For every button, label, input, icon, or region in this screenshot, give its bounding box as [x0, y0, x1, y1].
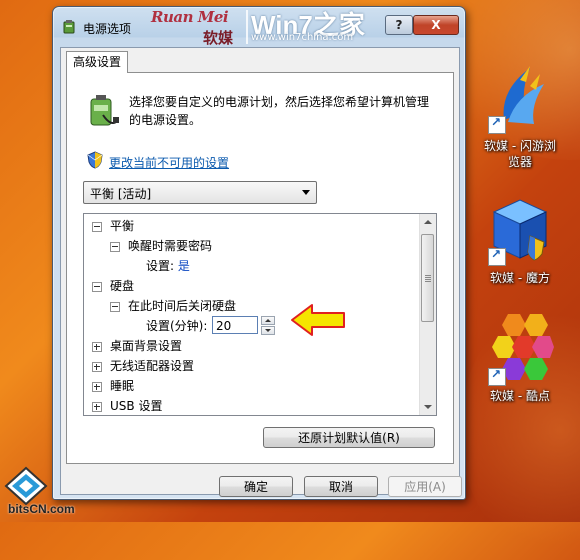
watermark-cn: 软媒	[203, 29, 234, 47]
description-text: 选择您要自定义的电源计划，然后选择您希望计算机管理的电源设置。	[129, 95, 430, 127]
collapse-icon[interactable]	[92, 221, 102, 232]
power-options-window: 电源选项 Ruan Mei 软媒 Win7之家 www.win7china.co…	[52, 6, 466, 500]
title-bar[interactable]: 电源选项 Ruan Mei 软媒 Win7之家 www.win7china.co…	[53, 7, 465, 47]
tree-item-label: USB 设置	[110, 399, 163, 413]
close-button[interactable]: X	[413, 15, 459, 35]
tree-item-balanced[interactable]: 平衡	[92, 216, 134, 236]
stepper-up-icon[interactable]	[261, 316, 275, 325]
tree-item-label: 唤醒时需要密码	[128, 239, 213, 253]
dialog-client-area: 高级设置 选择您要自定义的电源计划，然后选择您希望计算机管理的电源设置。 更改当…	[60, 47, 462, 497]
tree-item-label: 平衡	[110, 219, 135, 233]
uac-shield-icon	[87, 151, 103, 169]
restore-defaults-button[interactable]: 还原计划默认值(R)	[263, 427, 435, 448]
shortcut-arrow-icon	[488, 367, 506, 386]
setting-label: 设置(分钟):	[146, 319, 208, 333]
desktop-icon-label: 软媒 - 魔方	[490, 271, 550, 285]
power-plan-select[interactable]: 平衡 [活动]	[83, 181, 317, 204]
tree-item-wireless-adapter[interactable]: 无线适配器设置	[92, 356, 194, 376]
tree-item-label: 硬盘	[110, 279, 135, 293]
settings-tree[interactable]: 平衡 唤醒时需要密码 设置: 是 硬盘 在此时间后关闭硬盘 设置(分钟): 20…	[83, 213, 437, 416]
watermark-url: www.win7china.com	[251, 32, 354, 43]
power-plan-select-value: 平衡 [活动]	[90, 187, 152, 201]
tree-item-usb[interactable]: USB 设置	[92, 396, 163, 415]
expand-icon[interactable]	[92, 401, 102, 412]
watermark-brand: Ruan Mei	[151, 8, 229, 26]
tree-item-hard-disk[interactable]: 硬盘	[92, 276, 134, 296]
shortcut-arrow-icon	[488, 247, 506, 266]
grip-icon	[425, 275, 431, 276]
site-logo-text: bitsCN.com	[8, 502, 75, 516]
setting-label: 设置:	[146, 259, 175, 273]
help-button[interactable]: ?	[385, 15, 413, 35]
desktop-icon-kudian[interactable]: 软媒 - 酷点	[480, 312, 560, 408]
desktop-icon-cube[interactable]: 软媒 - 魔方	[480, 196, 560, 292]
bitscn-logo-icon	[4, 466, 48, 506]
tree-item-label: 桌面背景设置	[110, 339, 183, 353]
tree-item-wake-password-setting[interactable]: 设置: 是	[146, 256, 190, 276]
arrow-left-icon	[291, 304, 345, 336]
tree-scrollbar[interactable]	[419, 214, 436, 415]
shortcut-arrow-icon	[488, 115, 506, 134]
desktop-icon-label: 软媒 - 酷点	[490, 389, 550, 403]
tree-item-label: 在此时间后关闭硬盘	[128, 299, 237, 313]
stepper-down-icon[interactable]	[261, 326, 275, 335]
tree-item-sleep[interactable]: 睡眠	[92, 376, 134, 396]
tree-item-label: 无线适配器设置	[110, 359, 195, 373]
window-title: 电源选项	[83, 22, 132, 36]
setting-value[interactable]: 是	[178, 259, 190, 273]
expand-icon[interactable]	[92, 361, 102, 372]
tree-item-turn-off-disk[interactable]: 在此时间后关闭硬盘	[110, 296, 236, 316]
expand-icon[interactable]	[92, 381, 102, 392]
expand-icon[interactable]	[92, 341, 102, 352]
power-options-icon	[63, 20, 75, 34]
tab-advanced-settings[interactable]: 高级设置	[66, 51, 129, 73]
watermark-divider	[246, 10, 248, 44]
tree-item-disk-minutes-setting: 设置(分钟):	[146, 316, 207, 336]
collapse-icon[interactable]	[110, 241, 120, 252]
collapse-icon[interactable]	[92, 281, 102, 292]
scrollbar-thumb[interactable]	[421, 234, 434, 322]
battery-plug-icon	[90, 95, 119, 126]
desktop-icon-label: 览器	[507, 155, 532, 169]
advanced-settings-panel: 选择您要自定义的电源计划，然后选择您希望计算机管理的电源设置。 更改当前不可用的…	[66, 72, 454, 464]
apply-button[interactable]: 应用(A)	[388, 476, 462, 497]
desktop-icon-label: 软媒 - 闪游浏	[484, 139, 556, 153]
tree-item-desktop-background[interactable]: 桌面背景设置	[92, 336, 182, 356]
chevron-down-icon	[302, 190, 310, 195]
scroll-up-icon[interactable]	[420, 214, 436, 230]
tree-item-label: 睡眠	[110, 379, 135, 393]
scroll-down-icon[interactable]	[420, 399, 436, 415]
collapse-icon[interactable]	[110, 301, 120, 312]
minutes-stepper[interactable]	[261, 316, 275, 335]
change-unavailable-settings-link[interactable]: 更改当前不可用的设置	[109, 154, 229, 171]
desktop-icon-browser[interactable]: 软媒 - 闪游浏 览器	[480, 60, 560, 180]
minutes-stepper-input[interactable]: 20	[212, 316, 258, 334]
cancel-button[interactable]: 取消	[304, 476, 378, 497]
ok-button[interactable]: 确定	[219, 476, 293, 497]
tree-item-wake-password[interactable]: 唤醒时需要密码	[110, 236, 212, 256]
